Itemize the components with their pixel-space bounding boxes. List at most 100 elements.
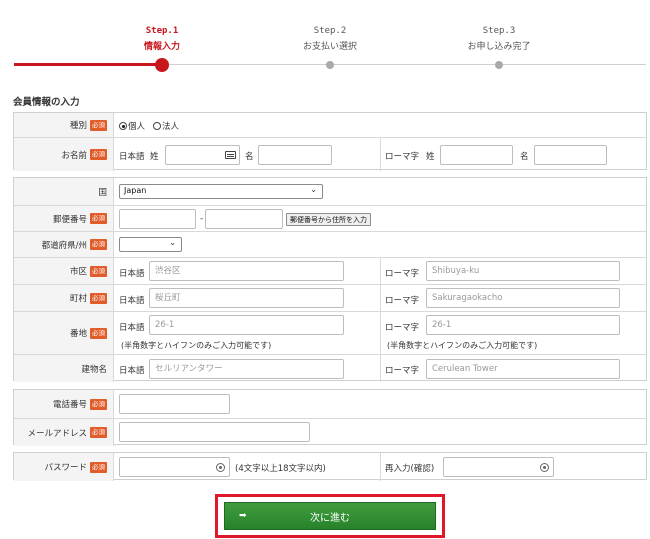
name-label-cell: お名前 必須 [14,138,114,171]
step-3-number: Step.3 [482,26,516,36]
phone-input[interactable] [119,394,230,414]
step-1-label: 情報入力 [143,42,180,52]
radio-unchecked-icon[interactable] [153,122,161,130]
name-jp-mei-input[interactable] [258,145,332,165]
town-roman-input[interactable]: Sakuragaokacho [426,288,620,308]
name-row: お名前 必須 日本語 姓 名 ローマ字 姓 名 [14,137,646,171]
city-label: 市区 [69,267,87,277]
member-info-table: 種別 必須 個人 法人 お名前 必須 日本語 姓 名 ローマ字 姓 名 [13,112,647,171]
email-input[interactable] [119,422,310,442]
required-badge: 必須 [90,213,107,224]
step-3-marker [495,61,503,69]
city-row: 市区 必須 日本語 渋谷区 ローマ字 Shibuya-ku [14,257,646,284]
type-corporate-option[interactable]: 法人 [153,120,179,132]
prefecture-select[interactable]: ⌄ [119,237,182,252]
name-jp-sei-input[interactable] [165,145,240,165]
city-roman-input[interactable]: Shibuya-ku [426,261,620,281]
building-roman-label: ローマ字 [385,366,420,376]
next-button-label: 次に進む [310,512,350,524]
required-badge: 必須 [90,119,107,131]
required-badge: 必須 [90,239,107,250]
building-label: 建物名 [81,364,107,375]
country-value: Japan [124,186,147,195]
step-2-number: Step.2 [313,26,347,36]
zip-label-cell: 郵便番号 必須 [14,206,114,231]
step-2-marker [326,61,334,69]
building-jp-input[interactable]: セルリアンタワー [149,359,344,379]
type-individual-option[interactable]: 個人 [119,120,145,132]
email-label-cell: メールアドレス 必須 [14,419,114,446]
password-label-cell: パスワード 必須 [14,453,114,481]
required-badge: 必須 [90,398,107,410]
chevron-down-icon: ⌄ [310,185,317,194]
phone-label-cell: 電話番号 必須 [14,390,114,418]
column-divider [380,138,381,171]
next-button-highlight: ➡ 次に進む [215,494,445,538]
block-row: 番地 必須 日本語 26-1 (半角数字とハイフンのみご入力可能です) ローマ字… [14,311,646,354]
autofill-card-icon[interactable] [225,151,236,159]
column-divider [380,258,381,284]
email-label: メールアドレス [27,428,87,439]
building-row: 建物名 日本語 セルリアンタワー ローマ字 Cerulean Tower [14,354,646,382]
next-button[interactable]: ➡ 次に進む [224,502,436,530]
type-label: 種別 [69,121,87,131]
zip-second-input[interactable] [205,209,283,229]
town-label: 町村 [69,294,87,304]
column-divider [380,312,381,354]
name-roman-sei-label: 姓 [426,152,435,162]
progress-line-completed [14,63,164,66]
password-label: パスワード [44,463,87,473]
block-label-cell: 番地 必須 [14,312,114,354]
name-label: お名前 [61,150,87,161]
email-row: メールアドレス 必須 [14,418,646,446]
block-jp-input[interactable]: 26-1 [149,315,344,335]
name-jp-label: 日本語 [119,152,145,162]
zip-lookup-button[interactable]: 郵便番号から住所を入力 [286,213,371,226]
step-1-marker [155,58,169,72]
phone-label: 電話番号 [52,400,87,410]
town-jp-label: 日本語 [119,296,145,306]
building-roman-input[interactable]: Cerulean Tower [426,359,620,379]
name-roman-label: ローマ字 [385,152,420,162]
town-roman-label: ローマ字 [385,296,420,306]
country-select[interactable]: Japan ⌄ [119,184,323,199]
password-input[interactable] [119,457,230,477]
city-roman-label: ローマ字 [385,269,420,279]
password-table: パスワード 必須 (4文字以上18文字以内) 再入力(確認) [13,452,647,481]
city-label-cell: 市区 必須 [14,258,114,284]
type-row: 種別 必須 個人 法人 [14,113,646,137]
prefecture-label-cell: 都道府県/州 必須 [14,232,114,257]
country-row: 国 Japan ⌄ [14,178,646,205]
block-jp-note: (半角数字とハイフンのみご入力可能です) [121,341,272,350]
name-jp-mei-label: 名 [245,152,254,162]
required-badge: 必須 [90,327,107,339]
show-password-icon[interactable] [216,463,225,472]
required-badge: 必須 [90,265,107,277]
prefecture-row: 都道府県/州 必須 ⌄ [14,231,646,257]
step-1-number: Step.1 [145,26,179,36]
address-table: 国 Japan ⌄ 郵便番号 必須 - 郵便番号から住所を入力 都道府県/州 必… [13,177,647,382]
block-jp-label: 日本語 [119,323,145,333]
name-roman-mei-input[interactable] [534,145,607,165]
block-roman-note: (半角数字とハイフンのみご入力可能です) [387,341,538,350]
town-jp-input[interactable]: 桜丘町 [149,288,344,308]
city-jp-input[interactable]: 渋谷区 [149,261,344,281]
radio-checked-icon[interactable] [119,122,127,130]
prefecture-label: 都道府県/州 [41,240,87,251]
contact-table: 電話番号 必須 メールアドレス 必須 [13,389,647,446]
block-roman-input[interactable]: 26-1 [426,315,620,335]
step-2-label: お支払い選択 [302,42,357,52]
type-individual-label: 個人 [128,122,146,132]
phone-row: 電話番号 必須 [14,390,646,418]
city-jp-label: 日本語 [119,269,145,279]
block-label: 番地 [69,329,87,339]
zip-first-input[interactable] [119,209,196,229]
required-badge: 必須 [90,149,107,160]
password-confirm-input[interactable] [443,457,554,477]
section-title: 会員情報の入力 [13,97,80,108]
column-divider [380,285,381,311]
name-jp-sei-label: 姓 [150,152,159,162]
name-roman-sei-input[interactable] [440,145,513,165]
step-3-label: お申し込み完了 [467,42,531,52]
show-password-icon[interactable] [540,463,549,472]
